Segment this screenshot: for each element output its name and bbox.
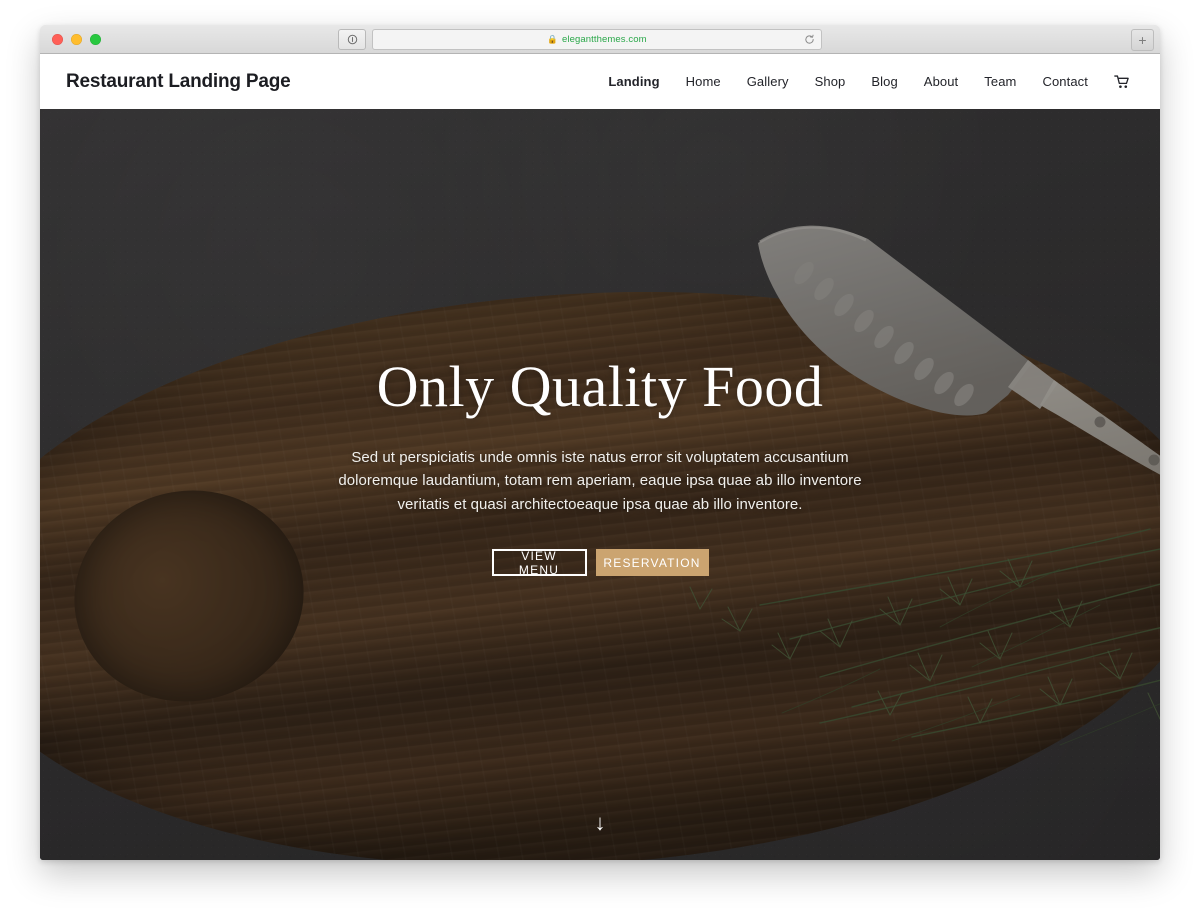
reload-icon[interactable] <box>802 32 816 46</box>
lock-icon: 🔒 <box>547 34 559 45</box>
reservation-button[interactable]: RESERVATION <box>595 549 709 577</box>
nav-item-blog[interactable]: Blog <box>858 74 910 89</box>
nav-item-gallery[interactable]: Gallery <box>734 74 802 89</box>
nav-item-home[interactable]: Home <box>673 74 734 89</box>
url-text-group: 🔒 elegantthemes.com <box>547 34 646 45</box>
address-bar-group: 🔒 elegantthemes.com <box>338 29 822 50</box>
hero-paragraph: Sed ut perspiciatis unde omnis iste natu… <box>338 448 862 513</box>
site-logo[interactable]: Restaurant Landing Page <box>66 71 291 93</box>
nav-item-landing[interactable]: Landing <box>595 74 672 89</box>
window-controls <box>52 33 101 45</box>
shield-icon[interactable] <box>338 29 366 50</box>
url-text: elegantthemes.com <box>562 34 647 45</box>
browser-window: 🔒 elegantthemes.com + Restaurant Landing… <box>40 25 1160 860</box>
close-window-button[interactable] <box>52 33 63 45</box>
minimize-window-button[interactable] <box>71 33 82 45</box>
nav-item-shop[interactable]: Shop <box>802 74 859 89</box>
url-input[interactable]: 🔒 elegantthemes.com <box>372 29 822 50</box>
browser-toolbar: 🔒 elegantthemes.com + <box>40 25 1160 54</box>
hero-buttons: VIEW MENU RESERVATION <box>491 549 709 577</box>
site-header: Restaurant Landing Page Landing Home Gal… <box>40 54 1160 109</box>
main-navigation: Landing Home Gallery Shop Blog About Tea… <box>595 74 1134 89</box>
page-root: 🔒 elegantthemes.com + Restaurant Landing… <box>0 0 1200 912</box>
shopping-cart-icon[interactable] <box>1101 74 1134 89</box>
nav-item-about[interactable]: About <box>911 74 971 89</box>
new-tab-button[interactable]: + <box>1131 29 1154 51</box>
site-viewport: Restaurant Landing Page Landing Home Gal… <box>40 54 1160 860</box>
maximize-window-button[interactable] <box>90 33 101 45</box>
hero-title: Only Quality Food <box>376 354 824 419</box>
nav-item-contact[interactable]: Contact <box>1029 74 1101 89</box>
view-menu-button[interactable]: VIEW MENU <box>491 549 587 577</box>
nav-item-team[interactable]: Team <box>971 74 1029 89</box>
hero-section: Only Quality Food Sed ut perspiciatis un… <box>40 109 1160 860</box>
hero-content: Only Quality Food Sed ut perspiciatis un… <box>40 109 1160 860</box>
